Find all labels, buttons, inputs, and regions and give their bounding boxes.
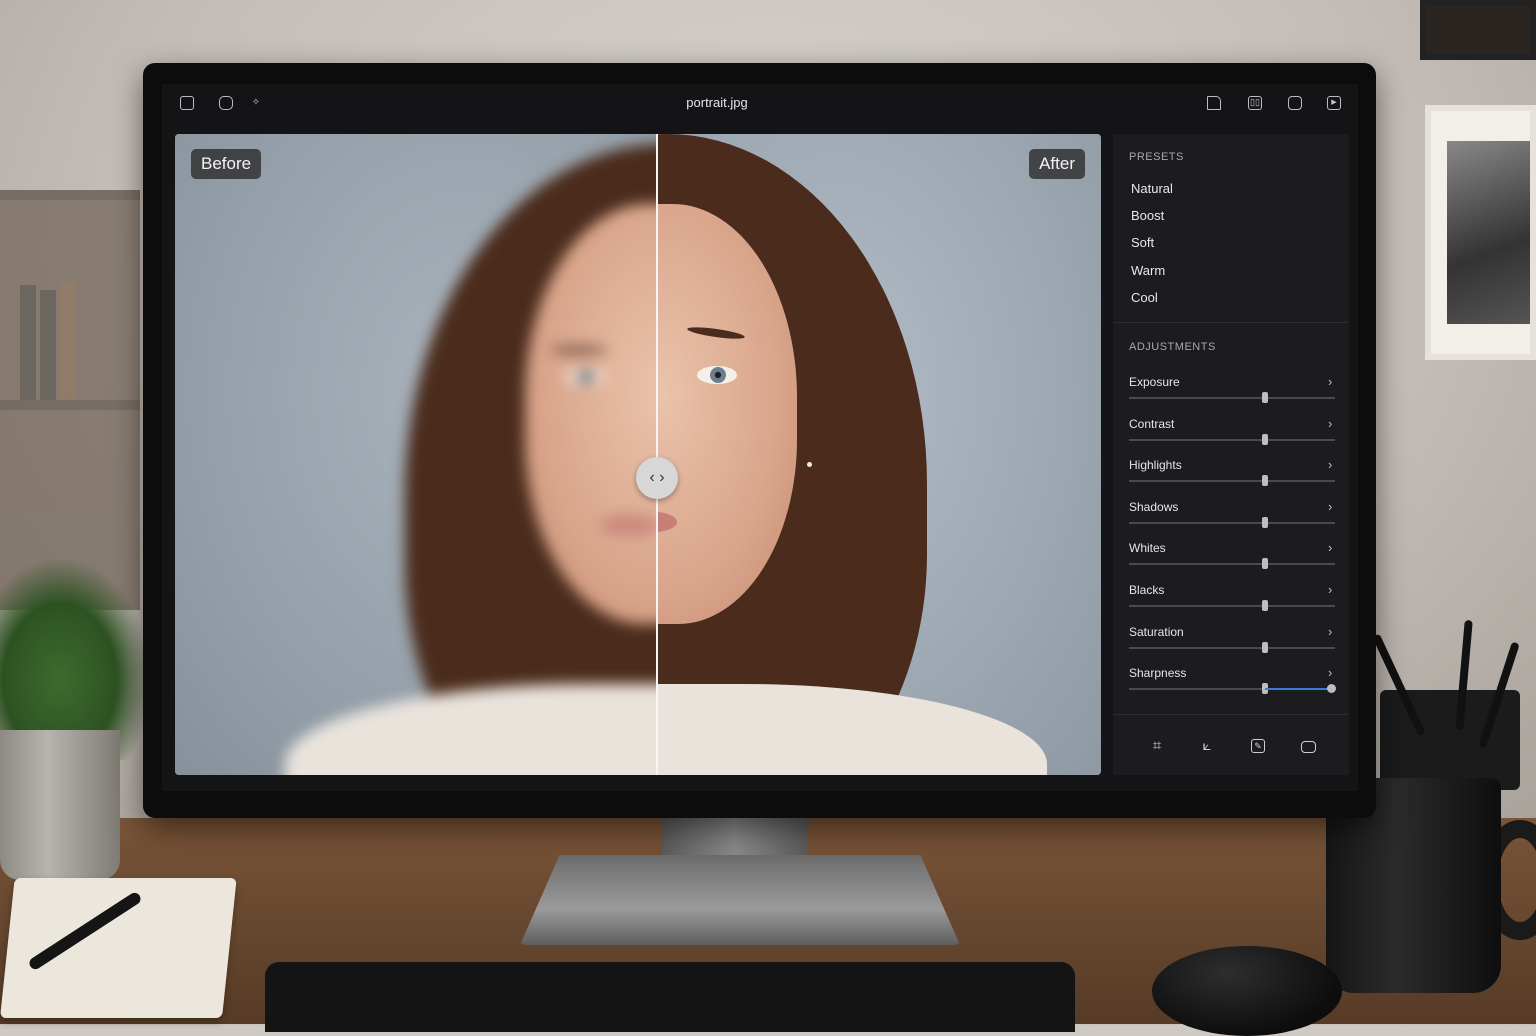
crop-icon[interactable]: ⌗	[1148, 737, 1166, 755]
slider-handle[interactable]	[1261, 475, 1268, 487]
split-handle[interactable]: ‹ ›	[636, 457, 678, 499]
adjustments-title: ADJUSTMENTS	[1129, 341, 1216, 353]
exposure-slider[interactable]	[1129, 392, 1335, 403]
blacks-slider[interactable]	[1129, 600, 1335, 611]
edit-icon[interactable]: ✎	[1251, 739, 1265, 753]
saturation-slider[interactable]	[1129, 641, 1335, 653]
sharpness-slider[interactable]	[1129, 683, 1336, 695]
shadows-slider[interactable]	[1129, 516, 1335, 528]
contrast-slider[interactable]	[1129, 433, 1335, 445]
chevron-right-icon[interactable]: ›	[1328, 624, 1332, 639]
chevron-right-icon[interactable]: ›	[1328, 499, 1332, 514]
section-divider	[1113, 714, 1349, 715]
slider-handle[interactable]	[1261, 600, 1268, 611]
slider-handle[interactable]	[1261, 558, 1268, 570]
adjustment-label: Contrast	[1129, 416, 1175, 431]
slider-handle[interactable]	[1261, 641, 1268, 653]
frame-icon[interactable]	[1301, 741, 1316, 753]
title-bar: ✧ portrait.jpg ▯▯ ▶	[162, 84, 1358, 122]
transform-icon[interactable]: ⟀	[1198, 737, 1216, 755]
chevron-right-icon[interactable]: ›	[1328, 457, 1332, 472]
adjustment-label: Blacks	[1129, 583, 1165, 597]
preset-natural[interactable]: Natural	[1131, 181, 1173, 196]
file-icon[interactable]	[1207, 96, 1221, 110]
highlights-slider[interactable]	[1129, 475, 1335, 487]
split-divider[interactable]	[656, 134, 658, 775]
adjustment-label: Highlights	[1129, 458, 1182, 473]
presets-title: PRESETS	[1129, 151, 1184, 163]
slider-handle[interactable]	[1261, 433, 1268, 445]
app-window: ✧ portrait.jpg ▯▯ ▶ Before After ‹ › PRE…	[162, 84, 1358, 791]
chevron-right-icon[interactable]: ›	[1328, 582, 1332, 597]
after-label: After	[1029, 149, 1085, 179]
slider-handle[interactable]	[1261, 516, 1268, 528]
monitor-stand-base	[520, 855, 960, 945]
adjustment-label: Shadows	[1129, 499, 1179, 514]
adjustment-label: Sharpness	[1129, 666, 1187, 681]
preset-cool[interactable]: Cool	[1131, 290, 1158, 305]
before-image	[175, 134, 657, 775]
adjustment-label: Whites	[1129, 541, 1166, 556]
preset-warm[interactable]: Warm	[1131, 263, 1165, 278]
preset-boost[interactable]: Boost	[1131, 208, 1164, 223]
whites-slider[interactable]	[1129, 558, 1335, 570]
preset-soft[interactable]: Soft	[1131, 235, 1154, 250]
slider-handle[interactable]	[1261, 392, 1268, 403]
mouse	[1152, 946, 1342, 1036]
chevron-right-icon[interactable]: ›	[1328, 665, 1332, 680]
chevron-left-right-icon: ‹ ›	[649, 469, 665, 486]
compare-icon[interactable]: ▯▯	[1248, 96, 1262, 110]
slider-handle[interactable]	[1326, 684, 1336, 694]
chevron-right-icon[interactable]: ›	[1328, 416, 1332, 431]
adjustment-label: Exposure	[1129, 375, 1180, 389]
notebook	[0, 878, 237, 1018]
window-title: portrait.jpg	[686, 95, 748, 110]
before-label: Before	[191, 149, 262, 179]
image-canvas[interactable]: Before After ‹ ›	[175, 134, 1101, 775]
chevron-right-icon[interactable]: ›	[1328, 540, 1332, 555]
adjustment-label: Saturation	[1129, 624, 1184, 639]
adjust-panel: PRESETS Natural Boost Soft Warm Cool ADJ…	[1113, 134, 1349, 775]
slider-fill	[1264, 688, 1331, 691]
wall-picture-frame	[1425, 105, 1536, 360]
bookshelf	[0, 190, 140, 610]
after-image	[657, 134, 1101, 775]
section-divider	[1113, 322, 1349, 323]
export-icon[interactable]: ▶	[1327, 96, 1341, 110]
window-icon[interactable]	[1288, 96, 1302, 110]
chevron-right-icon[interactable]: ›	[1328, 374, 1332, 389]
wall-picture-frame	[1420, 0, 1536, 60]
keyboard	[265, 962, 1075, 1032]
plant-pot	[0, 730, 120, 880]
